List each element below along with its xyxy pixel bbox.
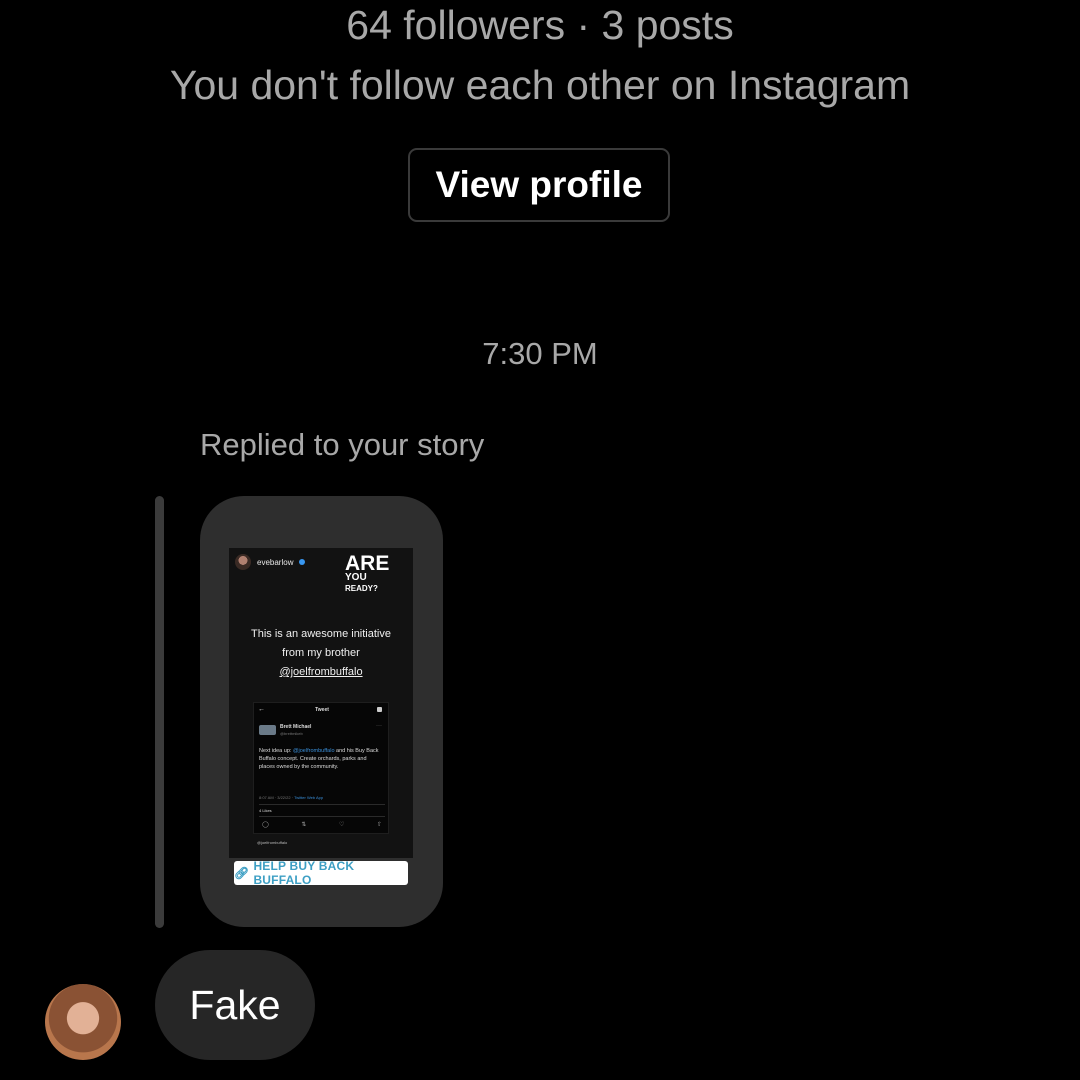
tweet-author-avatar: [259, 725, 276, 735]
story-thumbnail[interactable]: evebarlow ARE YOU READY? This is an awes…: [229, 548, 413, 858]
divider: [259, 804, 385, 805]
tweet-meta: 8:07 AM · 3/22/22 · Twitter Web App: [259, 795, 323, 800]
share-icon: ⇧: [376, 822, 382, 828]
story-caption-mention: @joelfrombuffalo: [279, 666, 363, 678]
link-sticker[interactable]: 🔗︎ HELP BUY BACK BUFFALO: [234, 859, 408, 887]
follow-status: You don't follow each other on Instagram: [169, 62, 911, 108]
tweet-time: 8:07 AM · 3/22/22 ·: [259, 795, 295, 800]
tweet-actions: ◯ ⇅ ♡ ⇧: [262, 821, 382, 828]
sender-avatar[interactable]: [45, 984, 121, 1060]
story-headline-you: YOU: [345, 572, 367, 583]
story-username: evebarlow: [257, 558, 294, 567]
retweet-icon: ⇅: [301, 822, 307, 828]
story-author-avatar: [235, 554, 251, 570]
view-profile-button[interactable]: View profile: [408, 148, 670, 222]
link-sticker-label: HELP BUY BACK BUFFALO: [253, 859, 355, 887]
tweet-source: Twitter Web App: [294, 795, 324, 800]
story-caption-line3: @joelfrombuffalo: [229, 666, 413, 679]
link-icon: 🔗︎: [234, 866, 250, 880]
more-icon: ···: [376, 723, 382, 729]
tweet-body: Next idea up: @joelfrombuffalo and his B…: [259, 747, 383, 771]
tweet-body-prefix: Next idea up:: [259, 748, 293, 754]
heart-icon: ♡: [338, 822, 345, 828]
story-headline-are: ARE: [345, 552, 390, 575]
tweet-options-icon: [377, 707, 382, 712]
embedded-tweet: ← Tweet Brett Michael @brettmikeb ··· Ne…: [253, 702, 389, 834]
tweet-body-mention: @joelfrombuffalo: [292, 748, 335, 754]
reply-context-label: Replied to your story: [200, 427, 485, 462]
tweet-header: Tweet: [315, 707, 329, 713]
divider: [259, 816, 385, 817]
verified-badge-icon: [299, 559, 305, 565]
story-caption-line1: This is an awesome initiative: [250, 628, 391, 640]
story-caption-line2: from my brother: [282, 647, 360, 659]
message-timestamp: 7:30 PM: [482, 336, 598, 371]
story-credit: @joelfrombuffalo: [257, 840, 288, 845]
story-headline-ready: READY?: [345, 584, 378, 593]
profile-stats: 64 followers · 3 posts: [346, 2, 734, 48]
reply-indicator-line: [155, 496, 164, 928]
tweet-likes: 4 Likes: [259, 808, 272, 813]
tweet-handle: @brettmikeb: [280, 731, 303, 736]
reply-icon: ◯: [262, 822, 269, 828]
message-bubble[interactable]: Fake: [155, 950, 315, 1060]
tweet-author: Brett Michael: [280, 724, 312, 730]
